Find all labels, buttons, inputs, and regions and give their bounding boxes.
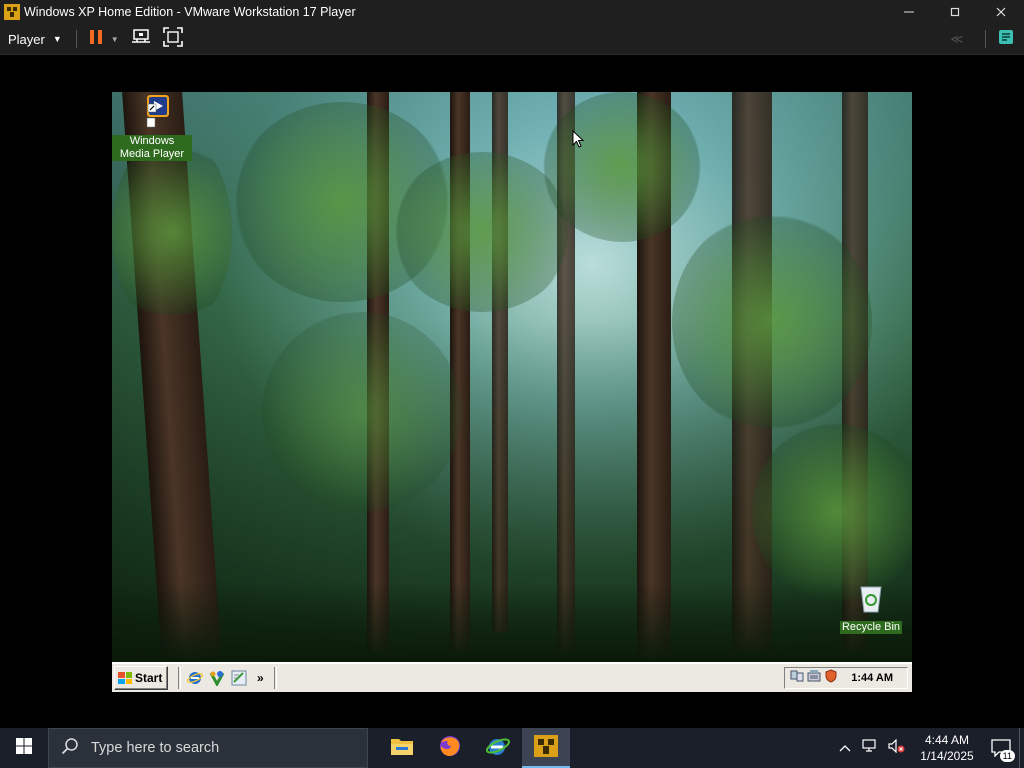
pause-icon bbox=[89, 29, 103, 50]
fullscreen-button[interactable] bbox=[157, 24, 189, 55]
player-menu[interactable]: Player ▼ bbox=[0, 24, 70, 55]
quick-launch bbox=[186, 670, 247, 688]
back-button[interactable]: ≪ bbox=[944, 24, 969, 55]
show-hidden-icons-icon[interactable] bbox=[833, 739, 857, 757]
host-clock[interactable]: 4:44 AM 1/14/2025 bbox=[911, 732, 983, 764]
recycle-bin-icon bbox=[855, 584, 887, 619]
taskbar-app-vmware[interactable] bbox=[522, 728, 570, 768]
notes-icon bbox=[998, 29, 1014, 50]
guest-system-tray: 1:44 AM bbox=[784, 667, 908, 689]
mouse-cursor-icon bbox=[572, 129, 585, 153]
file-explorer-icon bbox=[390, 736, 414, 761]
media-player-icon bbox=[135, 94, 169, 133]
taskbar-grip[interactable] bbox=[273, 667, 277, 689]
host-taskbar: Type here to search 4:44 AM 1/14/2025 11 bbox=[0, 728, 1024, 768]
close-icon[interactable] bbox=[978, 0, 1024, 24]
maximize-icon[interactable] bbox=[932, 0, 978, 24]
pause-button[interactable]: ▼ bbox=[83, 24, 125, 55]
taskbar-app-file-explorer[interactable] bbox=[378, 728, 426, 768]
messenger-icon[interactable] bbox=[209, 670, 225, 688]
back-icon: ≪ bbox=[950, 32, 963, 46]
security-shield-icon[interactable] bbox=[824, 668, 838, 688]
show-desktop-button[interactable] bbox=[1019, 728, 1024, 768]
fullscreen-icon bbox=[162, 26, 183, 52]
internet-explorer-icon[interactable] bbox=[186, 670, 204, 686]
start-label: Start bbox=[135, 671, 163, 685]
taskbar-app-firefox[interactable] bbox=[426, 728, 474, 768]
chevron-down-icon: ▼ bbox=[52, 34, 62, 44]
send-ctrl-alt-del-button[interactable] bbox=[125, 24, 157, 55]
desktop-icon-label: Recycle Bin bbox=[839, 621, 903, 634]
notepad-icon[interactable] bbox=[231, 670, 247, 686]
host-date: 1/14/2025 bbox=[920, 749, 974, 763]
window-title: Windows XP Home Edition - VMware Worksta… bbox=[24, 5, 356, 19]
network-icon[interactable] bbox=[857, 738, 883, 758]
toolbar-divider bbox=[75, 30, 77, 48]
network-icon[interactable] bbox=[790, 669, 804, 688]
notes-button[interactable] bbox=[992, 24, 1020, 55]
start-button[interactable]: Start bbox=[114, 666, 168, 690]
window-titlebar: Windows XP Home Edition - VMware Worksta… bbox=[0, 0, 1024, 24]
volume-muted-icon[interactable] bbox=[883, 738, 911, 758]
notification-center-icon[interactable]: 11 bbox=[983, 728, 1019, 768]
host-start-button[interactable] bbox=[0, 728, 48, 768]
taskbar-app-edge[interactable] bbox=[474, 728, 522, 768]
desktop-icon-recycle-bin[interactable]: Recycle Bin bbox=[831, 584, 911, 634]
toolbar-divider bbox=[985, 30, 986, 48]
guest-vm-screen[interactable]: Windows Media Player Recycle Bin Start »… bbox=[112, 92, 912, 692]
desktop-wallpaper bbox=[112, 92, 912, 662]
vmware-app-icon[interactable] bbox=[4, 4, 20, 20]
quick-launch-overflow-button[interactable]: » bbox=[257, 671, 264, 685]
guest-taskbar: Start » 1:44 AM bbox=[112, 662, 912, 692]
vmware-player-icon bbox=[533, 734, 559, 763]
search-placeholder: Type here to search bbox=[91, 740, 220, 756]
firefox-icon bbox=[438, 734, 462, 763]
desktop-icon-label: Windows Media Player bbox=[112, 135, 192, 161]
guest-clock[interactable]: 1:44 AM bbox=[851, 672, 893, 684]
windows-logo-icon bbox=[118, 672, 132, 684]
host-system-tray: 4:44 AM 1/14/2025 11 bbox=[833, 728, 1024, 768]
send-ctrl-alt-del-icon bbox=[131, 28, 151, 51]
taskbar-grip[interactable] bbox=[178, 667, 181, 689]
edge-ie-icon bbox=[485, 734, 511, 763]
pause-dropdown-icon[interactable]: ▼ bbox=[111, 35, 119, 44]
vmware-toolbar: Player ▼ ▼ ≪ bbox=[0, 24, 1024, 55]
search-icon bbox=[61, 737, 79, 759]
host-search-input[interactable]: Type here to search bbox=[48, 728, 368, 768]
volume-keyboard-icon[interactable] bbox=[807, 669, 821, 688]
desktop-icon-media-player[interactable]: Windows Media Player bbox=[112, 94, 192, 161]
notification-count-badge: 11 bbox=[999, 750, 1015, 762]
host-time: 4:44 AM bbox=[924, 733, 970, 747]
player-menu-label: Player bbox=[8, 31, 45, 47]
minimize-icon[interactable] bbox=[886, 0, 932, 24]
windows-logo-icon bbox=[16, 737, 32, 759]
